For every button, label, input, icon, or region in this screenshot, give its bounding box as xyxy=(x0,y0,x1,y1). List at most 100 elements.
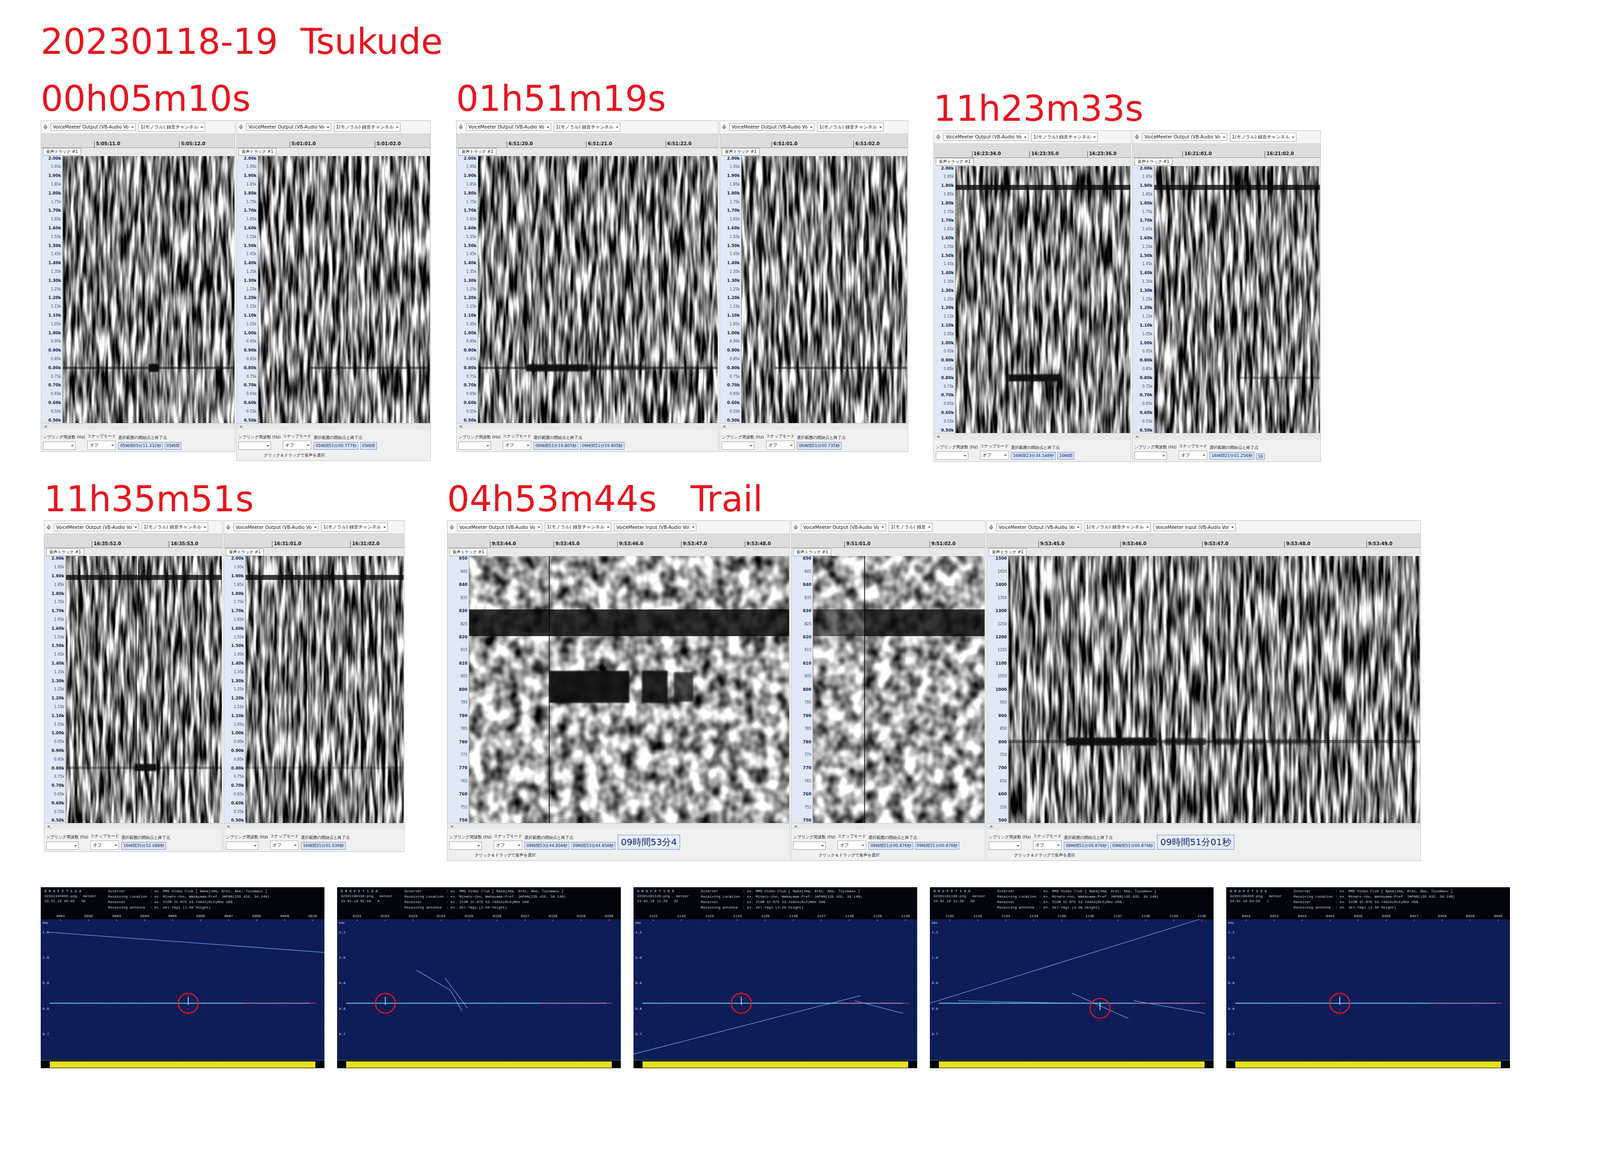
channel-select[interactable]: 1(モノラル) 録音チャンネル xyxy=(1031,132,1098,142)
spectrogram[interactable] xyxy=(469,556,790,824)
device-select[interactable]: VoiceMeeter Input (VB-Audio Voi xyxy=(1153,523,1236,532)
scroll-bar[interactable]: < xyxy=(719,423,908,430)
time-display[interactable]: 09時間51分01秒 xyxy=(1157,834,1234,850)
snap-select[interactable]: オフ xyxy=(837,840,867,850)
spectrogram[interactable] xyxy=(1008,556,1420,824)
channel-select[interactable]: 1(モノラル) 録音チャンネル xyxy=(141,522,209,532)
scroll-bar[interactable]: < xyxy=(44,823,223,830)
time-field[interactable]: 09時間53分44.856秒 xyxy=(571,842,616,850)
rate-select[interactable] xyxy=(42,441,76,450)
scroll-bar[interactable]: < xyxy=(791,823,986,830)
device-select[interactable]: VoiceMeeter Output (VB-Audio Vo xyxy=(800,523,886,532)
channel-select[interactable]: 1(モノラル) 録音チャンネル xyxy=(553,122,621,132)
time-field[interactable]: 06時間51分19.805秒 xyxy=(533,442,578,450)
scroll-bar[interactable]: < xyxy=(447,823,790,830)
time-ruler[interactable]: 16:23:34.016:23:35.016:23:36.0 xyxy=(933,143,1131,158)
device-select[interactable]: VoiceMeeter Output (VB-Audio Vo xyxy=(53,523,139,532)
scroll-bar[interactable]: < xyxy=(933,433,1131,440)
track-name[interactable]: 音声トラック #1 xyxy=(238,147,277,156)
time-field[interactable]: 09時間51分00.876秒 xyxy=(868,842,913,850)
snap-select[interactable]: オフ xyxy=(90,840,120,850)
time-field[interactable]: 16時間21分01.256秒 xyxy=(1209,452,1254,460)
time-ruler[interactable]: 6:51:20.06:51:21.06:51:22.0 xyxy=(456,133,719,148)
snap-select[interactable]: オフ xyxy=(502,440,532,450)
time-ruler[interactable]: 5:05:11.05:05:12.0 xyxy=(41,133,235,148)
channel-select[interactable]: 1(モノラル) 録音チャンネル xyxy=(544,522,612,532)
spectrogram[interactable] xyxy=(478,156,718,424)
channel-select[interactable]: 1(モノラル) 録音チャンネル xyxy=(1229,132,1297,142)
time-field[interactable]: 05時間 xyxy=(164,442,182,450)
snap-select[interactable]: オフ xyxy=(282,440,312,450)
time-field[interactable]: 05時間 xyxy=(360,442,377,450)
time-field[interactable]: 06時間51分00.735秒 xyxy=(796,442,842,450)
time-field[interactable]: 16時間31分01.039秒 xyxy=(300,842,346,850)
track-name[interactable]: 音声トラック #1 xyxy=(1134,157,1173,166)
time-field[interactable]: 16時間35分52.088秒 xyxy=(121,842,166,850)
device-select[interactable]: VoiceMeeter Output (VB-Audio Vo xyxy=(50,123,136,131)
channel-select[interactable]: 1(モノラル) 録音チャンネル xyxy=(1084,522,1151,532)
time-ruler[interactable]: 16:31:01.016:31:02.0 xyxy=(223,533,405,548)
track-name[interactable]: 音声トラック #1 xyxy=(793,548,832,557)
rate-select[interactable] xyxy=(449,841,482,850)
time-ruler[interactable]: 5:01:01.05:01:02.0 xyxy=(236,133,431,148)
time-ruler[interactable]: 9:53:44.09:53:45.09:53:46.09:53:47.09:53… xyxy=(447,533,790,548)
device-select[interactable]: VoiceMeeter Output (VB-Audio Vo xyxy=(457,523,543,532)
track-name[interactable]: 音声トラック #1 xyxy=(988,548,1027,557)
time-field[interactable]: 05時間51分00.777秒 xyxy=(313,442,358,450)
spectrogram[interactable] xyxy=(62,156,235,424)
device-select[interactable]: VoiceMeeter Output (VB-Audio Vo xyxy=(233,523,319,532)
snap-select[interactable]: オフ xyxy=(1033,840,1062,850)
spectrogram[interactable] xyxy=(258,156,430,424)
device-select[interactable]: VoiceMeeter Output (VB-Audio Vo xyxy=(996,523,1082,532)
time-field[interactable]: 06時間51分19.805秒 xyxy=(580,442,625,450)
channel-select[interactable]: 1(モノラル) 録音チャンネル xyxy=(333,122,401,132)
time-field[interactable]: 05時間05分11.332秒 xyxy=(118,442,163,450)
device-select[interactable]: VoiceMeeter Output (VB-Audio Vo xyxy=(466,123,552,131)
scroll-bar[interactable]: < xyxy=(236,423,431,430)
track-name[interactable]: 音声トラック #1 xyxy=(935,157,974,166)
track-name[interactable]: 音声トラック #1 xyxy=(46,548,85,557)
rate-select[interactable] xyxy=(46,841,79,850)
scroll-bar[interactable]: < xyxy=(1132,433,1321,440)
spectrogram[interactable] xyxy=(245,556,404,824)
track-name[interactable]: 音声トラック #1 xyxy=(42,147,81,156)
rate-select[interactable] xyxy=(935,451,969,460)
time-field[interactable]: 09時間53分44.856秒 xyxy=(524,842,569,850)
time-ruler[interactable]: 16:35:52.016:35:53.0 xyxy=(44,533,223,548)
device-select[interactable]: VoiceMeeter Output (VB-Audio Vo xyxy=(246,123,332,131)
time-display[interactable]: 09時間53分4 xyxy=(617,834,681,850)
snap-select[interactable]: オフ xyxy=(980,450,1009,460)
time-field[interactable]: 16時間23分34.548秒 xyxy=(1010,452,1056,460)
scroll-bar[interactable]: < xyxy=(41,423,235,430)
scroll-bar[interactable]: < xyxy=(223,823,405,830)
time-ruler[interactable]: 6:51:01.06:51:02.0 xyxy=(719,133,908,148)
channel-select[interactable]: 1(モノラル) 録音 xyxy=(888,522,933,532)
time-ruler[interactable]: 16:21:01.016:21:02.0 xyxy=(1132,143,1321,158)
time-field[interactable]: 09時間51分00.876秒 xyxy=(1110,842,1155,850)
device-select[interactable]: VoiceMeeter Input (VB-Audio Voi xyxy=(614,523,697,532)
snap-select[interactable]: オフ xyxy=(1178,450,1208,460)
spectrogram[interactable] xyxy=(813,556,985,824)
rate-select[interactable] xyxy=(1134,451,1167,460)
snap-select[interactable]: オフ xyxy=(766,440,795,450)
snap-select[interactable]: オフ xyxy=(87,440,116,450)
spectrogram[interactable] xyxy=(955,166,1131,434)
rate-select[interactable] xyxy=(458,441,491,450)
track-name[interactable]: 音声トラック #1 xyxy=(458,147,497,156)
track-name[interactable]: 音声トラック #1 xyxy=(721,147,760,156)
rate-select[interactable] xyxy=(238,441,272,450)
time-ruler[interactable]: 9:51:01.09:51:02.0 xyxy=(791,533,986,548)
rate-select[interactable] xyxy=(793,841,826,850)
rate-select[interactable] xyxy=(721,441,755,450)
rate-select[interactable] xyxy=(225,841,259,850)
channel-select[interactable]: 1(モノラル) 録音チャンネル xyxy=(321,522,388,532)
channel-select[interactable]: 1(モノラル) 録音チャンネル xyxy=(138,122,205,132)
device-select[interactable]: VoiceMeeter Output (VB-Audio Vo xyxy=(729,123,815,131)
track-name[interactable]: 音声トラック #1 xyxy=(449,548,488,557)
scroll-bar[interactable]: < xyxy=(456,423,719,430)
snap-select[interactable]: オフ xyxy=(270,840,299,850)
track-name[interactable]: 音声トラック #1 xyxy=(225,548,264,557)
time-field[interactable]: 09時間51分00.876秒 xyxy=(914,842,960,850)
device-select[interactable]: VoiceMeeter Output (VB-Audio Vo xyxy=(943,133,1029,141)
spectrogram[interactable] xyxy=(1154,166,1320,434)
